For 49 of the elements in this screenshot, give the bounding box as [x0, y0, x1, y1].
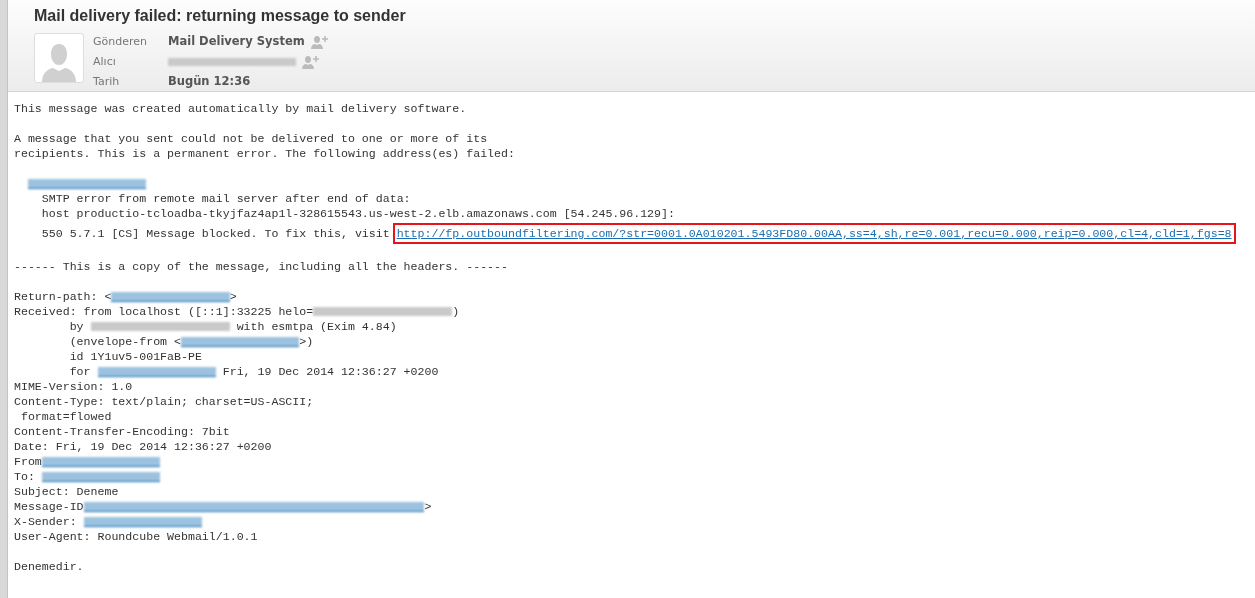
message-text: format=flowed: [19, 409, 112, 424]
message-text: >: [424, 499, 432, 514]
message-text: host productio-tcloadba-tkyjfaz4ap1l-328615543.us-west-2.elb.amazonaws.com [54.245.96.129]:: [40, 206, 675, 221]
message-text: Message-ID: [14, 499, 84, 514]
field-label: Alıcı: [93, 54, 117, 70]
message-text: id 1Y1uv5-001FaB-PE: [68, 349, 202, 364]
field-value: Bugün 12:36: [168, 73, 251, 90]
message-text: ): [452, 304, 460, 319]
message-text: A message that you sent could not be delivered to one or more of its: [14, 131, 488, 146]
redacted-text[interactable]: [97, 366, 216, 377]
message-text: Return-path: <: [14, 289, 112, 304]
message-text: Content-Transfer-Encoding: 7bit: [14, 424, 230, 439]
link[interactable]: http://fp.outboundfiltering.com/?str=0001.0A010201.5493FD80.00AA,ss=4,sh,re=0.001,recu=0.000,reip=0.000,cl=4,cld=1,fgs=8: [392, 223, 1236, 244]
message-text: MIME-Version: 1.0: [14, 379, 133, 394]
message-text: 550 5.7.1 [CS] Message blocked. To fix this, visit: [40, 226, 391, 241]
message-subject: Mail delivery failed: returning message to sender: [34, 6, 407, 26]
message-text: From: [14, 454, 42, 469]
field-value: Mail Delivery System: [168, 33, 305, 50]
avatar-icon: [34, 33, 84, 83]
field-label: Tarih: [93, 74, 121, 90]
redacted-text[interactable]: [83, 516, 202, 527]
message-text: ------ This is a copy of the message, including all the headers. ------: [14, 259, 508, 274]
redacted-text[interactable]: [41, 456, 161, 467]
message-text: This message was created automatically by mail delivery software.: [14, 101, 467, 116]
redacted-text[interactable]: [41, 471, 161, 482]
message-text: Subject: Deneme: [14, 484, 119, 499]
message-text: Date: Fri, 19 Dec 2014 12:36:27 +0200: [14, 439, 272, 454]
redacted-text[interactable]: [27, 178, 147, 189]
message-text: SMTP error from remote mail server after end of data:: [40, 191, 411, 206]
message-text: Denemedir.: [14, 559, 84, 574]
message-text: User-Agent: Roundcube Webmail/1.0.1: [14, 529, 258, 544]
message-text: Fri, 19 Dec 2014 12:36:27 +0200: [221, 364, 439, 379]
redacted-text[interactable]: [111, 291, 230, 302]
redacted-text[interactable]: [83, 501, 425, 512]
message-text: with esmtpa (Exim 4.84): [235, 319, 397, 334]
message-text: recipients. This is a permanent error. The following address(es) failed:: [14, 146, 515, 161]
message-text: >): [299, 334, 314, 349]
field-label: Gönderen: [93, 34, 148, 50]
message-text: X-Sender:: [14, 514, 78, 529]
message-text: To:: [14, 469, 36, 484]
message-text: (envelope-from <: [68, 334, 181, 349]
message-text: by: [68, 319, 85, 334]
add-contact-icon[interactable]: [310, 34, 329, 49]
message-text: Received: from localhost ([::1]:33225 helo=: [14, 304, 314, 319]
message-text: for: [68, 364, 92, 379]
message-text: >: [229, 289, 237, 304]
add-contact-icon[interactable]: [302, 54, 320, 69]
redacted-text[interactable]: [181, 336, 300, 347]
message-text: Content-Type: text/plain; charset=US-ASCII;: [14, 394, 314, 409]
